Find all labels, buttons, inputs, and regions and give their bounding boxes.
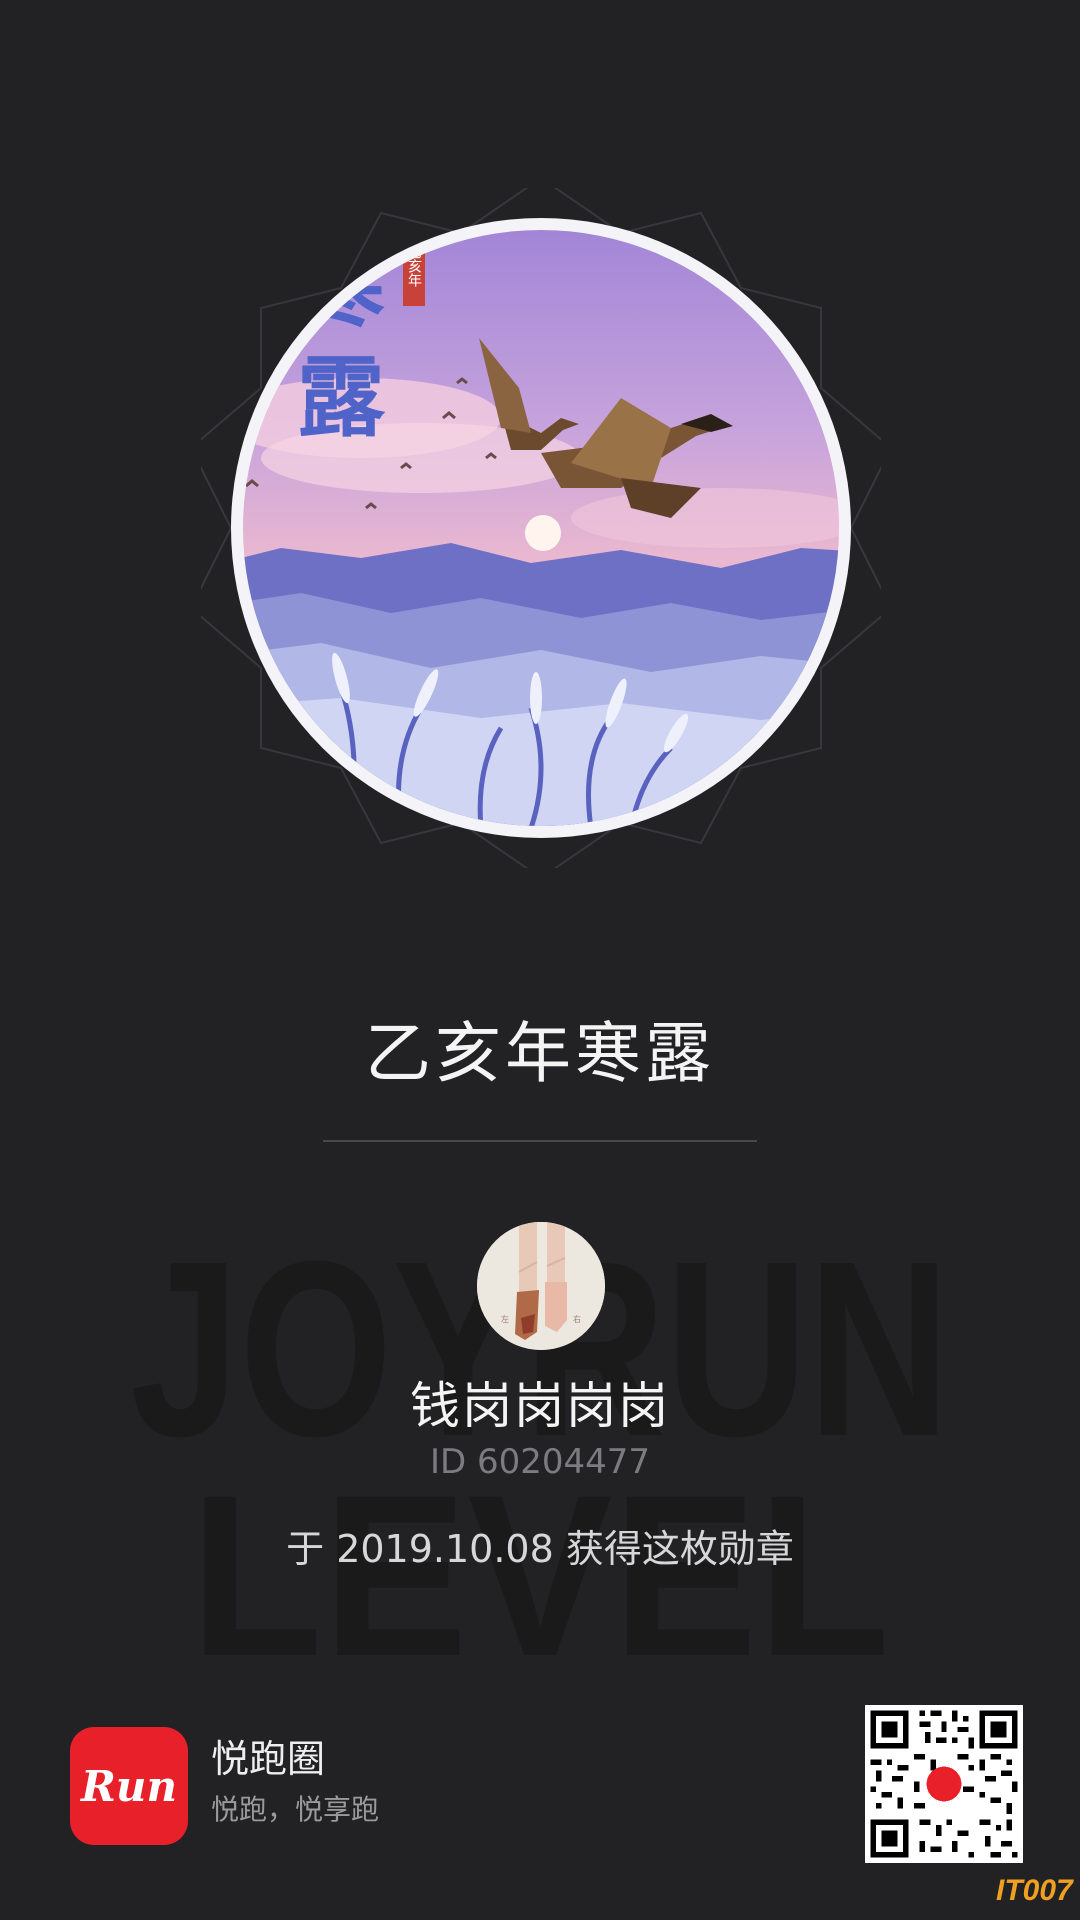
site-watermark: IT007 [996,1874,1073,1907]
divider [323,1140,757,1142]
badge-char-2: 露 [297,345,386,449]
svg-text:左: 左 [501,1314,509,1324]
joyrun-app-icon[interactable]: Run [70,1727,188,1845]
user-id: ID 60204477 [429,1442,651,1482]
user-name: 钱岗岗岗岗 [410,1377,670,1435]
ballet-shoes-avatar-icon: 左 右 [477,1222,605,1350]
watermark-line-2: LEVEL [190,1447,890,1704]
medal-share-page: JOYRUN LEVEL [0,0,1080,1920]
qr-code-graphic [865,1705,1023,1863]
qr-code-icon[interactable] [865,1705,1023,1863]
badge-illustration: 寒 露 乙亥年 [201,188,881,868]
app-name: 悦跑圈 [211,1737,326,1781]
earned-date-text: 于 2019.10.08 获得这枚勋章 [286,1527,794,1571]
medal-title: 乙亥年寒露 [365,1015,715,1092]
app-slogan: 悦跑，悦享跑 [211,1793,380,1826]
medal-badge[interactable]: 寒 露 乙亥年 [201,188,881,868]
svg-text:右: 右 [573,1314,581,1324]
user-avatar[interactable]: 左 右 [477,1222,605,1350]
app-icon-label: Run [81,1761,177,1811]
